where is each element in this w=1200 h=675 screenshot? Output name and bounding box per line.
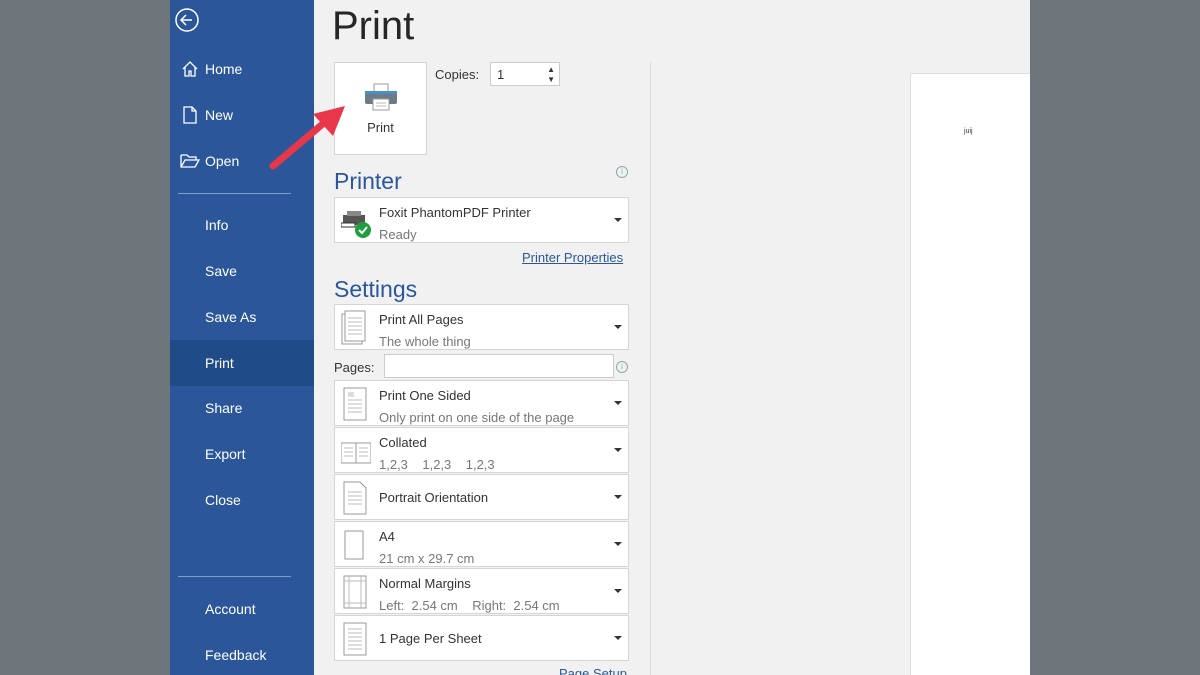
page-title: Print — [332, 4, 415, 48]
chevron-down-icon — [614, 448, 622, 452]
paper-size-select[interactable]: A4 21 cm x 29.7 cm — [334, 521, 629, 567]
print-preview-page: juij — [910, 73, 1030, 675]
printer-select[interactable]: Foxit PhantomPDF Printer Ready — [334, 197, 629, 243]
pages-input[interactable] — [384, 354, 614, 378]
document-icon — [170, 106, 205, 124]
portrait-icon — [343, 481, 367, 515]
divider — [178, 576, 291, 577]
divider — [178, 193, 291, 194]
decrement-icon[interactable]: ▼ — [547, 75, 555, 84]
sidebar-item-save-as[interactable]: Save As — [170, 294, 314, 340]
margins-icon — [343, 575, 367, 609]
print-range-select[interactable]: Print All Pages The whole thing — [334, 304, 629, 350]
chevron-down-icon — [614, 325, 622, 329]
chevron-down-icon — [614, 218, 622, 222]
sidebar-item-account[interactable]: Account — [170, 586, 314, 632]
page-per-sheet-icon — [343, 622, 367, 656]
sidebar-item-feedback[interactable]: Feedback — [170, 632, 314, 675]
chevron-down-icon — [614, 401, 622, 405]
sidebar-item-save[interactable]: Save — [170, 248, 314, 294]
increment-icon[interactable]: ▲ — [547, 65, 555, 74]
printer-properties-link[interactable]: Printer Properties — [522, 250, 623, 265]
settings-heading: Settings — [334, 276, 418, 302]
chevron-down-icon — [614, 542, 622, 546]
copies-label: Copies: — [435, 67, 480, 82]
printer-ready-icon — [341, 211, 371, 238]
one-sided-icon — [343, 387, 367, 421]
folder-open-icon — [170, 153, 205, 169]
word-backstage: Home New Open Info Save Save As Print Sh… — [170, 0, 1030, 675]
pages-icon — [341, 310, 366, 345]
home-icon — [170, 60, 205, 78]
chevron-down-icon — [614, 636, 622, 640]
pages-label: Pages: — [334, 360, 375, 375]
orientation-select[interactable]: Portrait Orientation — [334, 474, 629, 520]
chevron-down-icon — [614, 589, 622, 593]
back-arrow-icon[interactable] — [175, 8, 199, 32]
divider — [650, 62, 651, 675]
info-icon[interactable]: i — [616, 361, 628, 373]
sidebar-item-print[interactable]: Print — [170, 340, 314, 386]
info-icon[interactable]: i — [616, 166, 628, 178]
sidebar-item-info[interactable]: Info — [170, 202, 314, 248]
pages-per-sheet-select[interactable]: 1 Page Per Sheet — [334, 615, 629, 661]
paper-size-icon — [344, 530, 364, 560]
copies-stepper[interactable]: 1 ▲ ▼ — [490, 62, 560, 86]
sidebar-item-home[interactable]: Home — [170, 46, 314, 92]
print-panel: Print Print Copies: 1 ▲ ▼ Printer i Foxit … — [314, 0, 1030, 675]
sidebar-item-export[interactable]: Export — [170, 431, 314, 477]
annotation-arrow — [269, 106, 345, 170]
chevron-down-icon — [614, 495, 622, 499]
margins-select[interactable]: Normal Margins Left: 2.54 cm Right: 2.54 … — [334, 568, 629, 614]
printer-icon — [364, 83, 397, 111]
sides-select[interactable]: Print One Sided Only print on one side of… — [334, 380, 629, 426]
sidebar-item-close[interactable]: Close — [170, 477, 314, 523]
sidebar-item-share[interactable]: Share — [170, 385, 314, 431]
page-setup-link[interactable]: Page Setup — [559, 666, 627, 675]
collation-select[interactable]: Collated 1,2,3 1,2,3 1,2,3 — [334, 427, 629, 473]
collated-icon — [341, 442, 371, 464]
